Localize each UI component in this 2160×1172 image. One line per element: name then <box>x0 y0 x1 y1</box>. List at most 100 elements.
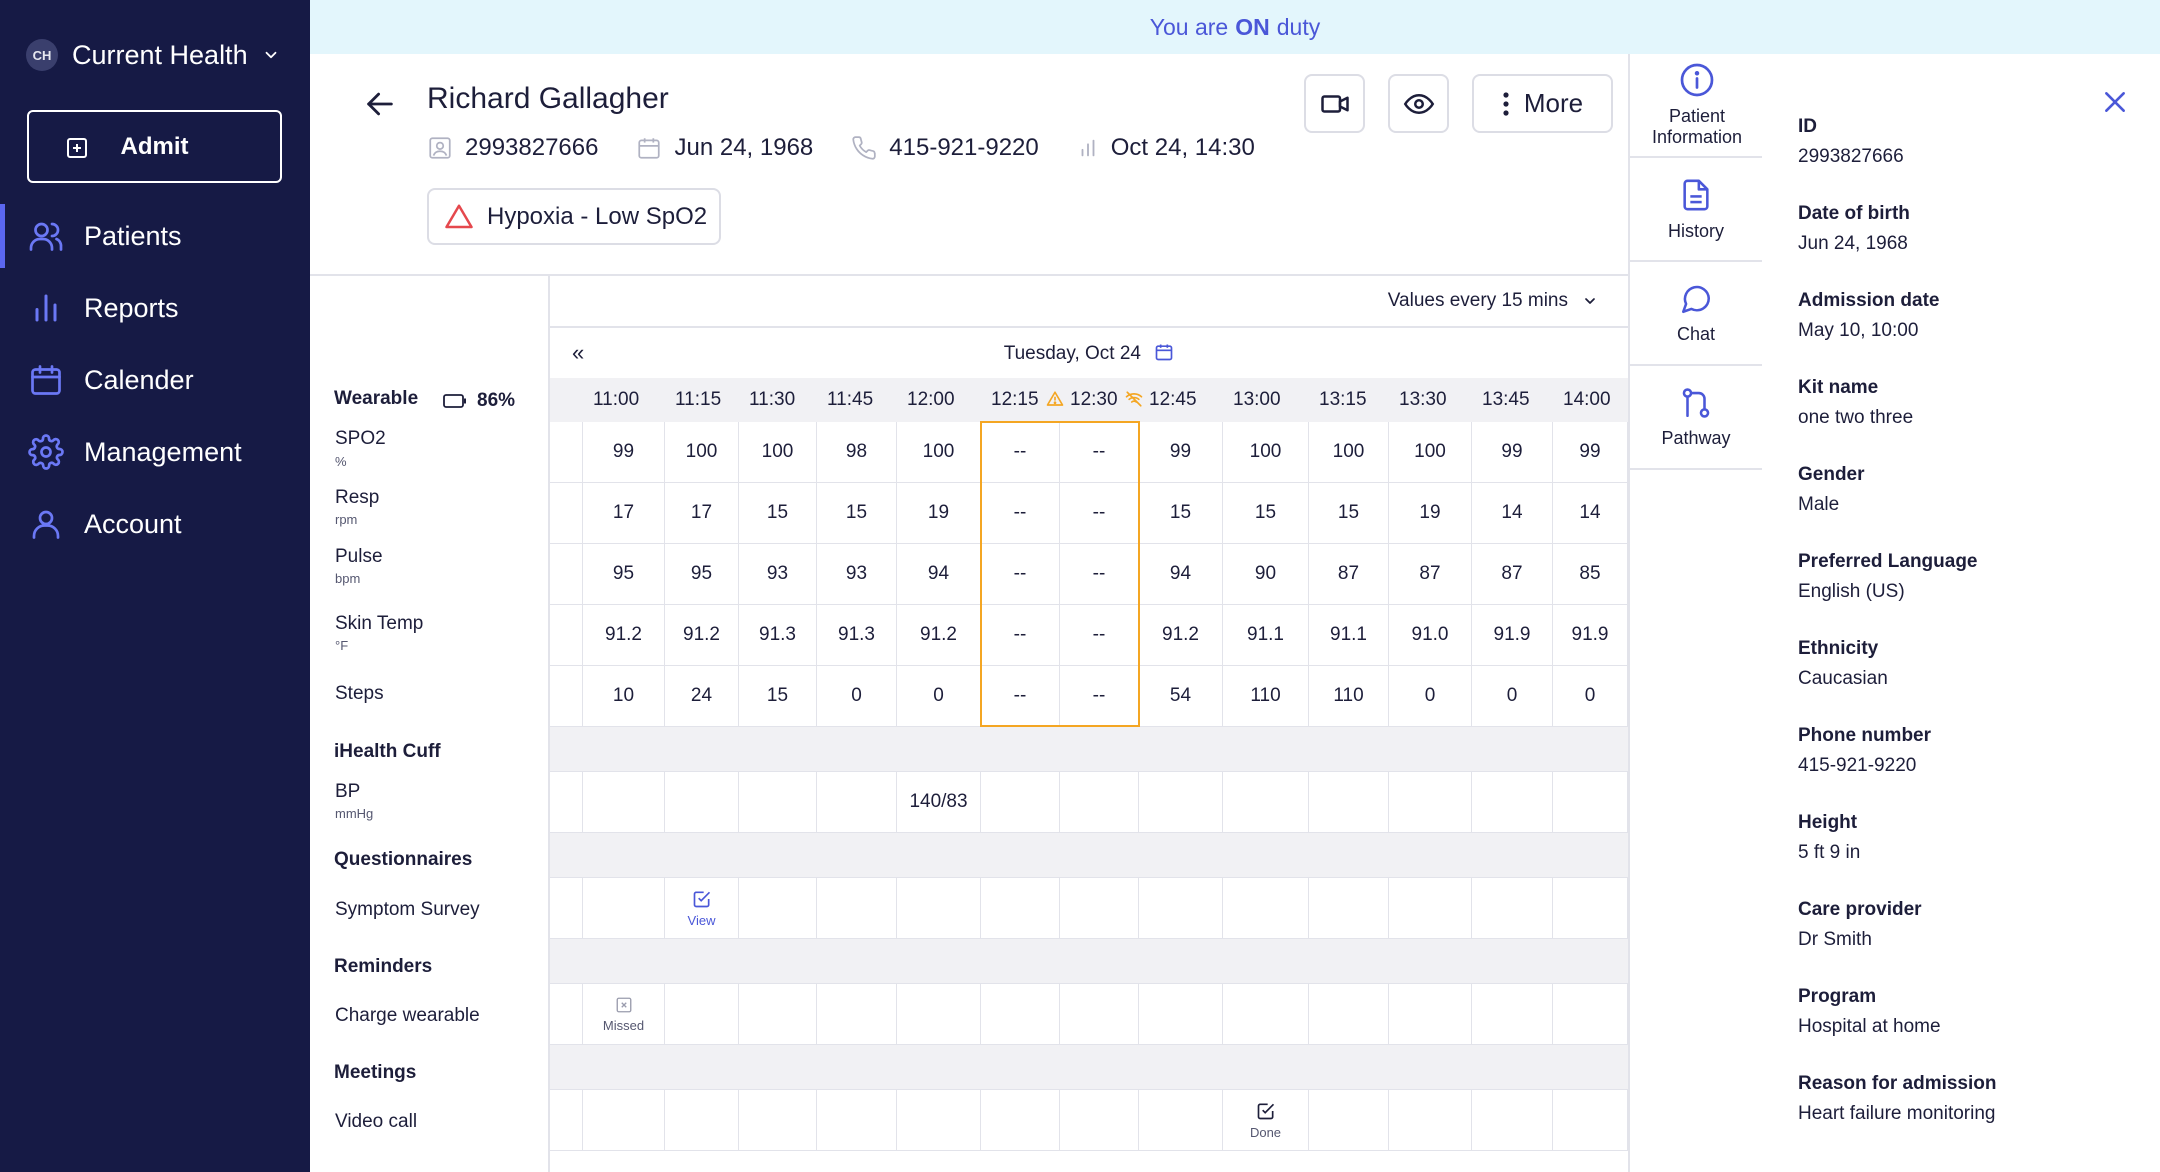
value-cell: 91.2 <box>583 605 665 666</box>
sidebar-item-patients[interactable]: Patients <box>0 200 310 272</box>
back-button[interactable] <box>358 82 402 126</box>
vital-unit: °F <box>335 638 349 653</box>
org-switcher[interactable]: CH Current Health <box>26 36 280 74</box>
vital-label: SPO2 <box>335 428 386 449</box>
survey-view-button[interactable]: View <box>665 878 739 939</box>
value-cell: 91.9 <box>1553 605 1628 666</box>
value-cell <box>583 772 665 833</box>
value-cell: 91.0 <box>1389 605 1472 666</box>
vital-unit: % <box>335 454 347 469</box>
users-icon <box>28 218 64 254</box>
time-label: 11:30 <box>749 389 796 410</box>
alert-label: Hypoxia - Low SpO2 <box>487 202 708 230</box>
value-cell <box>1472 984 1553 1045</box>
info-field: Reason for admission Heart failure monito… <box>1798 1073 1997 1125</box>
value-cell <box>981 878 1060 939</box>
info-field: Preferred Language English (US) <box>1798 551 1978 603</box>
reminder-row: Missed <box>550 984 1628 1045</box>
value-cell: 15 <box>739 666 817 727</box>
action-label: Missed <box>602 1017 645 1033</box>
more-button[interactable]: More <box>1472 74 1613 133</box>
info-field-value: 415-921-9220 <box>1798 755 1917 776</box>
info-field-key: Phone number <box>1798 725 1932 746</box>
info-field: Care provider Dr Smith <box>1798 899 1922 951</box>
value-cell: -- <box>981 544 1060 605</box>
signal-bars-icon <box>1081 139 1095 157</box>
time-header: 11:00 11:15 11:30 11:45 12:00 12:15 12:30 12:45… <box>550 378 1628 422</box>
patient-phone: 415-921-9220 <box>851 134 1039 162</box>
value-cell <box>1139 772 1223 833</box>
close-panel-button[interactable] <box>2097 84 2133 120</box>
stub-cell <box>550 605 583 666</box>
sidebar-item-label: Calender <box>84 364 194 395</box>
sidebar-item-label: Patients <box>84 220 182 251</box>
sidebar-item-calender[interactable]: Calender <box>0 344 310 416</box>
section-spacer <box>550 1045 1628 1090</box>
stub-cell <box>550 483 583 544</box>
duty-suffix: duty <box>1276 13 1321 40</box>
calendar-icon <box>638 138 661 159</box>
value-cell: 110 <box>1309 666 1389 727</box>
stub-cell <box>550 422 583 483</box>
check-square-icon <box>693 891 710 907</box>
time-label: 13:30 <box>1399 389 1447 410</box>
battery-level: 86% <box>443 390 515 412</box>
day-label[interactable]: Tuesday, Oct 24 <box>550 342 1628 365</box>
value-cell: 100 <box>1309 422 1389 483</box>
info-field-value: 5 ft 9 in <box>1798 842 1861 863</box>
no-signal-icon <box>1125 391 1142 407</box>
value-cell <box>1139 1090 1223 1151</box>
patient-id-value: 2993827666 <box>465 134 599 161</box>
tab-label: Patient Information <box>1651 106 1743 147</box>
value-cell: 0 <box>1389 666 1472 727</box>
value-cell: 99 <box>1553 422 1628 483</box>
patient-last-reading: Oct 24, 14:30 <box>1077 134 1255 162</box>
time-column-header: 11:00 <box>593 389 639 411</box>
tab-chat[interactable]: Chat <box>1630 262 1764 366</box>
value-cell <box>817 984 897 1045</box>
reminder-missed-status[interactable]: Missed <box>583 984 665 1045</box>
value-cell <box>739 984 817 1045</box>
time-label: 14:00 <box>1563 389 1611 410</box>
value-cell <box>1472 1090 1553 1151</box>
value-cell <box>1309 772 1389 833</box>
tab-patient-information[interactable]: Patient Information <box>1630 54 1764 158</box>
time-label: 12:00 <box>907 389 955 410</box>
user-icon <box>28 506 64 542</box>
info-field-value: English (US) <box>1798 581 1905 602</box>
video-call-button[interactable] <box>1304 74 1365 133</box>
value-cell: 91.2 <box>897 605 981 666</box>
value-cell <box>1309 1090 1389 1151</box>
org-badge: CH <box>26 39 58 71</box>
sidebar-item-account[interactable]: Account <box>0 488 310 560</box>
value-cell <box>665 772 739 833</box>
value-cell <box>1553 984 1628 1045</box>
vital-row: 95 95 93 93 94 -- -- 94 90 87 87 87 85 <box>550 544 1628 605</box>
value-cell <box>1139 984 1223 1045</box>
info-field: Admission date May 10, 10:00 <box>1798 290 1939 342</box>
tab-history[interactable]: History <box>1630 158 1764 262</box>
action-label: Done <box>1249 1124 1282 1140</box>
meeting-done-status[interactable]: Done <box>1223 1090 1309 1151</box>
alert-badge[interactable]: Hypoxia - Low SpO2 <box>427 188 722 245</box>
sidebar-item-management[interactable]: Management <box>0 416 310 488</box>
info-field-key: Kit name <box>1798 377 1879 398</box>
bp-row: 140/83 <box>550 772 1628 833</box>
stub-cell <box>550 878 583 939</box>
value-cell: 54 <box>1139 666 1223 727</box>
tab-pathway[interactable]: Pathway <box>1630 366 1764 470</box>
admit-button[interactable]: Admit <box>27 110 282 183</box>
warning-icon <box>1046 391 1063 406</box>
sidebar-item-reports[interactable]: Reports <box>0 272 310 344</box>
tab-label: History <box>1667 220 1724 241</box>
row-labels: Wearable 86% SPO2 % Resp rpm Pulse bpm S… <box>310 276 550 1172</box>
value-cell <box>1389 878 1472 939</box>
vitals-grid: Wearable 86% SPO2 % Resp rpm Pulse bpm S… <box>310 276 1628 1172</box>
value-cell: 91.1 <box>1223 605 1309 666</box>
value-cell <box>1060 772 1139 833</box>
interval-dropdown[interactable]: Values every 15 mins <box>1388 290 1598 312</box>
value-cell: 17 <box>583 483 665 544</box>
section-meetings: Meetings <box>334 1062 417 1083</box>
watch-button[interactable] <box>1388 74 1449 133</box>
value-cell: 95 <box>665 544 739 605</box>
